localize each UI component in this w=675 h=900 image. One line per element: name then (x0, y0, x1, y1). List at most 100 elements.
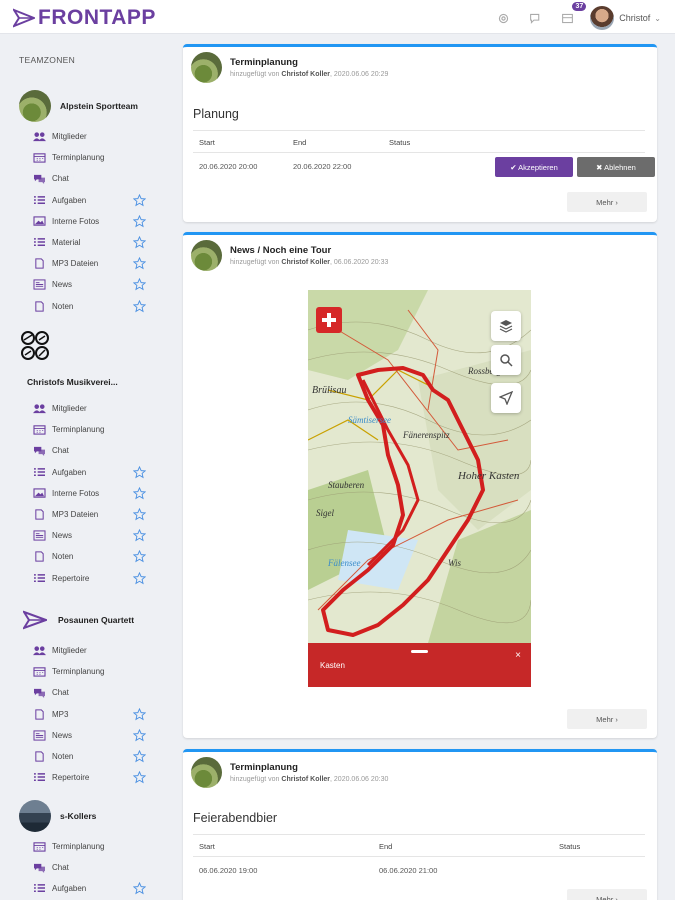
sidebar-item-news[interactable]: News (0, 725, 175, 746)
user-menu[interactable]: Christof ⌄ (590, 6, 661, 30)
star-icon[interactable] (132, 193, 147, 207)
sidebar-item-noten[interactable]: Noten (0, 546, 175, 567)
sidebar-item-repertoire[interactable]: Repertoire (0, 568, 175, 589)
locate-icon[interactable] (491, 383, 521, 413)
star-icon[interactable] (132, 770, 147, 784)
sidebar-item-noten[interactable]: Noten (0, 296, 175, 317)
sidebar-item-label: Noten (52, 552, 74, 562)
star-icon[interactable] (132, 728, 147, 742)
sidebar-item-terminplanung[interactable]: Terminplanung (0, 661, 175, 682)
star-icon[interactable] (132, 882, 147, 895)
logo-arrow-icon (13, 8, 35, 28)
sidebar-item-news[interactable]: News (0, 274, 175, 295)
map-place-label: Sigel (316, 508, 334, 518)
card-title[interactable]: News / Noch eine Tour (230, 245, 388, 256)
sidebar-item-repertoire[interactable]: Repertoire (0, 767, 175, 788)
more-button[interactable]: Mehr › (567, 889, 647, 900)
sidebar-item-terminplanung[interactable]: Terminplanung (0, 419, 175, 440)
more-button[interactable]: Mehr › (567, 709, 647, 729)
star-icon[interactable] (132, 235, 147, 249)
notifications-icon[interactable]: 37 (556, 2, 587, 29)
sidebar-item-mitglieder[interactable]: Mitglieder (0, 640, 175, 661)
feed-card-terminplanung-2: Terminplanung hinzugefügt von Christof K… (183, 749, 657, 900)
star-icon[interactable] (132, 486, 147, 500)
sidebar-item-label: Material (52, 238, 81, 248)
tour-map[interactable]: Rossberg Brülisau Sämtisersee Fänerenspi… (308, 290, 531, 687)
sidebar-item-label: Terminplanung (52, 667, 105, 677)
sidebar-item-interne-fotos[interactable]: Interne Fotos (0, 211, 175, 232)
sidebar-item-chat[interactable]: Chat (0, 682, 175, 703)
list-icon (32, 237, 46, 249)
settings-icon[interactable] (492, 7, 514, 29)
map-place-label: Fänerenspitz (403, 430, 450, 440)
sidebar-item-noten[interactable]: Noten (0, 746, 175, 767)
sidebar-item-label: Chat (52, 174, 69, 184)
decline-button[interactable]: ✖ Ablehnen (577, 157, 655, 177)
star-icon[interactable] (132, 278, 147, 291)
sidebar-item-chat[interactable]: Chat (0, 168, 175, 189)
chat-icon (32, 687, 46, 699)
sidebar-item-news[interactable]: News (0, 525, 175, 546)
team-header[interactable]: Alpstein Sportteam (0, 89, 175, 123)
star-icon[interactable] (132, 214, 147, 228)
star-icon[interactable] (132, 465, 147, 479)
chat-icon[interactable] (524, 7, 546, 29)
team-name: Posaunen Quartett (58, 615, 135, 625)
sidebar-item-aufgaben[interactable]: Aufgaben (0, 462, 175, 483)
drag-handle[interactable] (411, 650, 428, 653)
sidebar-item-material[interactable]: Material (0, 232, 175, 253)
accept-button[interactable]: ✔ Akzeptieren (495, 157, 573, 177)
star-icon[interactable] (132, 507, 147, 521)
map-terrain (308, 290, 531, 643)
sidebar-item-aufgaben[interactable]: Aufgaben (0, 878, 175, 899)
calendar-icon (32, 666, 46, 678)
sidebar-item-mitglieder[interactable]: Mitglieder (0, 126, 175, 147)
close-icon[interactable]: × (515, 650, 521, 661)
sidebar-item-label: Repertoire (52, 573, 90, 583)
chat-icon (32, 173, 46, 185)
map-bottom-panel[interactable]: × Kasten (308, 643, 531, 687)
star-icon[interactable] (132, 299, 147, 313)
sidebar-item-mitglieder[interactable]: Mitglieder (0, 398, 175, 419)
sidebar-item-label: Mitglieder (52, 404, 87, 414)
layers-icon[interactable] (491, 311, 521, 341)
card-title[interactable]: Terminplanung (230, 57, 388, 68)
schedule-table: Start End Status 20.06.2020 20:00 20.06.… (193, 130, 655, 178)
sidebar-item-mp3-dateien[interactable]: MP3 Dateien (0, 253, 175, 274)
sidebar-item-label: Terminplanung (52, 153, 105, 163)
sidebar-item-chat[interactable]: Chat (0, 857, 175, 878)
sidebar-item-terminplanung[interactable]: Terminplanung (0, 147, 175, 168)
app-logo[interactable]: FRONTAPP (13, 6, 156, 30)
members-icon (32, 403, 46, 415)
sidebar-item-label: Chat (52, 688, 69, 698)
table-header: Start End Status (193, 131, 645, 153)
sidebar-item-mp3[interactable]: MP3 (0, 704, 175, 725)
image-icon (32, 487, 46, 499)
user-name: Christof (619, 13, 651, 23)
more-button[interactable]: Mehr › (567, 192, 647, 212)
sidebar: TEAMZONEN Alpstein Sportteam Mitglieder T… (0, 35, 175, 900)
sidebar-item-aufgaben[interactable]: Aufgaben (0, 190, 175, 211)
card-title[interactable]: Terminplanung (230, 762, 388, 773)
team-header[interactable]: Christofs Musikverei... (0, 330, 175, 387)
map-place-label: Fälensee (328, 558, 361, 568)
sidebar-item-label: MP3 Dateien (52, 259, 99, 269)
search-icon[interactable] (491, 345, 521, 375)
file-icon (32, 708, 46, 720)
star-icon[interactable] (132, 528, 147, 542)
map-place-label: Wis (448, 558, 462, 568)
map-place-label: Hoher Kasten (458, 470, 520, 482)
sidebar-item-mp3-dateien[interactable]: MP3 Dateien (0, 504, 175, 525)
team-header[interactable]: Posaunen Quartett (0, 603, 175, 637)
star-icon[interactable] (132, 749, 147, 763)
sidebar-item-interne-fotos[interactable]: Interne Fotos (0, 483, 175, 504)
sidebar-item-chat[interactable]: Chat (0, 440, 175, 461)
team-header[interactable]: s-Kollers (0, 799, 175, 833)
star-icon[interactable] (132, 550, 147, 563)
team-s-kollers: s-Kollers Terminplanung Chat Aufgaben (0, 799, 175, 900)
sidebar-item-terminplanung[interactable]: Terminplanung (0, 836, 175, 857)
star-icon[interactable] (132, 707, 147, 721)
image-icon (32, 215, 46, 227)
star-icon[interactable] (132, 256, 147, 270)
star-icon[interactable] (132, 571, 147, 585)
